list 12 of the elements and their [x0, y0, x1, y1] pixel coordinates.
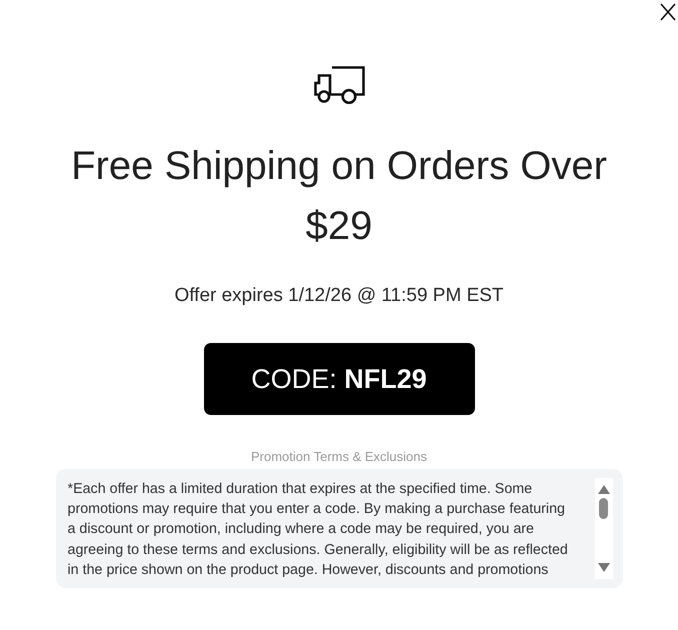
scroll-down-arrow-icon[interactable]	[598, 563, 610, 572]
terms-text: *Each offer has a limited duration that expires at the specified time. Some promotions may require that you enter a code. By making a purchase featuring a discount or promotion, including where a code may be required, you are agreeing to these terms and exclusions. Generally, eligibility will be as reflected in the price shown on the product page. However, discounts and promotions	[68, 480, 569, 578]
scrollbar-thumb[interactable]	[599, 498, 608, 519]
close-icon	[660, 3, 676, 21]
offer-title: Free Shipping on Orders Over $29	[70, 143, 608, 250]
terms-heading: Promotion Terms & Exclusions	[250, 448, 428, 466]
close-button[interactable]	[658, 1, 678, 23]
promo-code-button[interactable]: CODE: NFL29	[204, 343, 474, 415]
scroll-up-arrow-icon[interactable]	[598, 485, 610, 494]
offer-expiry: Offer expires 1/12/26 @ 11:59 PM EST	[174, 284, 504, 308]
scrollbar[interactable]	[594, 478, 612, 579]
truck-icon	[314, 66, 364, 104]
